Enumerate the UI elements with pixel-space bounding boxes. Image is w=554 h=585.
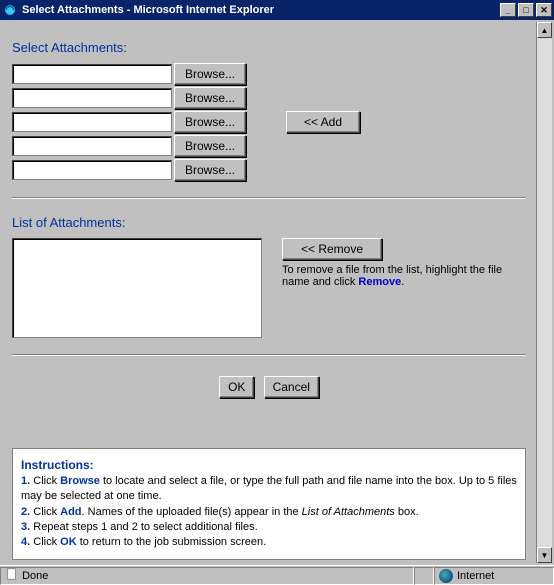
content-area: Select Attachments: Browse... Browse... … bbox=[2, 22, 536, 563]
close-button[interactable]: ✕ bbox=[536, 3, 552, 17]
instructions-box: Instructions: 1. Click Browse to locate … bbox=[12, 448, 526, 560]
vertical-scrollbar[interactable]: ▲ ▼ bbox=[536, 22, 552, 563]
instructions-title: Instructions: bbox=[21, 457, 517, 474]
statusbar: Done Internet bbox=[0, 565, 554, 585]
page-icon bbox=[5, 567, 19, 584]
add-button[interactable]: << Add bbox=[286, 111, 360, 133]
select-attachments-label: Select Attachments: bbox=[12, 40, 526, 55]
remove-help-text: To remove a file from the list, highligh… bbox=[282, 264, 526, 288]
ok-button[interactable]: OK bbox=[219, 376, 254, 398]
remove-link: Remove bbox=[355, 276, 401, 288]
ie-icon bbox=[2, 2, 18, 18]
maximize-button[interactable]: □ bbox=[518, 3, 534, 17]
browse-button-2[interactable]: Browse... bbox=[174, 87, 246, 109]
divider-2 bbox=[12, 354, 526, 356]
browse-button-4[interactable]: Browse... bbox=[174, 135, 246, 157]
list-attachments-label: List of Attachments: bbox=[12, 215, 526, 230]
file-input-2[interactable] bbox=[12, 88, 172, 108]
instruction-3: 3. Repeat steps 1 and 2 to select additi… bbox=[21, 520, 517, 535]
scroll-up-button[interactable]: ▲ bbox=[537, 22, 552, 38]
file-input-4[interactable] bbox=[12, 136, 172, 156]
titlebar: Select Attachments - Microsoft Internet … bbox=[0, 0, 554, 20]
browse-button-3[interactable]: Browse... bbox=[174, 111, 246, 133]
instruction-2: 2. Click Add. Names of the uploaded file… bbox=[21, 505, 517, 520]
attachments-listbox[interactable] bbox=[12, 238, 262, 338]
browse-button-5[interactable]: Browse... bbox=[174, 159, 246, 181]
status-text: Done bbox=[22, 570, 48, 582]
file-input-5[interactable] bbox=[12, 160, 172, 180]
cancel-button[interactable]: Cancel bbox=[264, 376, 319, 398]
file-input-1[interactable] bbox=[12, 64, 172, 84]
remove-button[interactable]: << Remove bbox=[282, 238, 382, 260]
divider-1 bbox=[12, 197, 526, 199]
instruction-1: 1. Click Browse to locate and select a f… bbox=[21, 474, 517, 505]
scroll-down-button[interactable]: ▼ bbox=[537, 547, 552, 563]
globe-icon bbox=[439, 569, 453, 583]
scroll-track[interactable] bbox=[537, 38, 552, 547]
browse-button-1[interactable]: Browse... bbox=[174, 63, 246, 85]
instruction-4: 4. Click OK to return to the job submiss… bbox=[21, 535, 517, 550]
file-input-3[interactable] bbox=[12, 112, 172, 132]
window-title: Select Attachments - Microsoft Internet … bbox=[22, 4, 498, 16]
minimize-button[interactable]: _ bbox=[500, 3, 516, 17]
zone-text: Internet bbox=[457, 570, 494, 582]
